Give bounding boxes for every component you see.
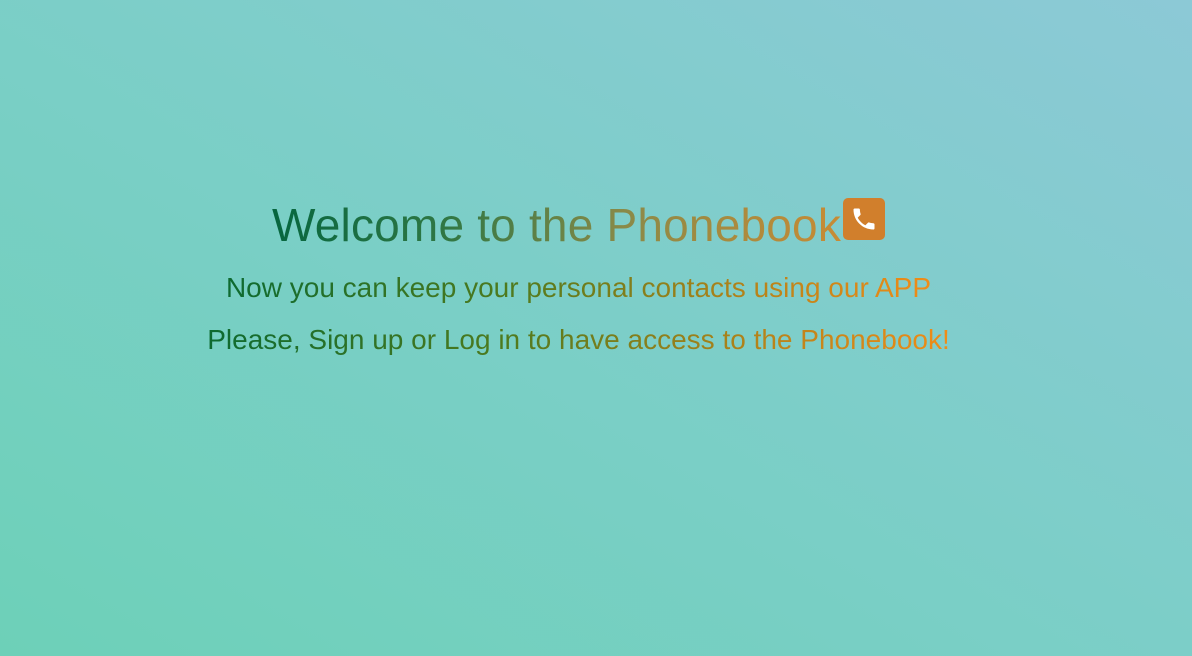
phone-glyph xyxy=(853,208,875,230)
title-row: Welcome to the Phonebook xyxy=(0,196,1157,254)
page-title: Welcome to the Phonebook xyxy=(272,196,841,254)
phone-icon xyxy=(843,198,886,240)
subtitle-text: Now you can keep your personal contacts … xyxy=(225,272,932,303)
subtitle: Now you can keep your personal contacts … xyxy=(0,270,1157,306)
signup-prompt: Please, Sign up or Log in to have access… xyxy=(0,322,1157,358)
signup-prompt-text: Please, Sign up or Log in to have access… xyxy=(207,324,950,355)
hero-section: Welcome to the Phonebook Now you can kee… xyxy=(0,0,1192,656)
